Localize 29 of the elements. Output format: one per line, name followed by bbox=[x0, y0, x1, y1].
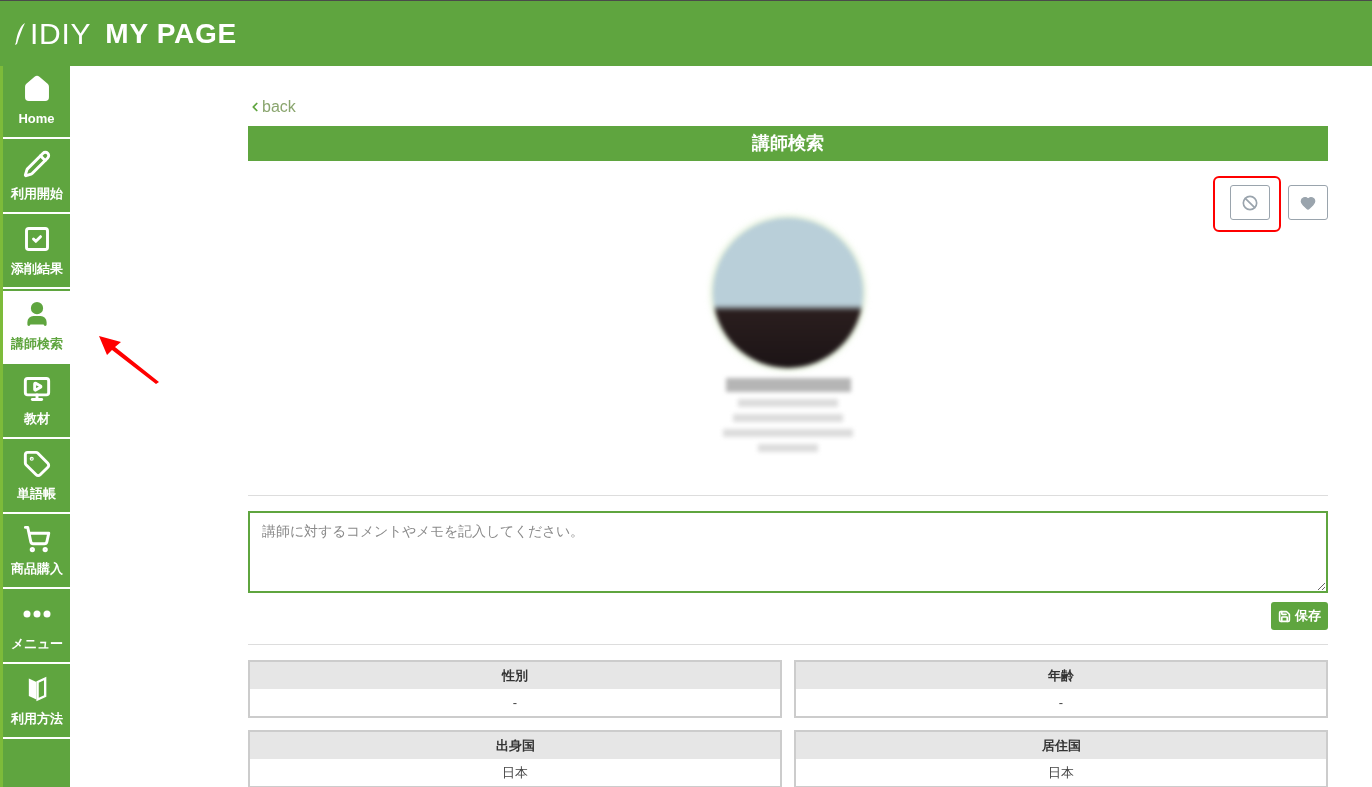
checkbox-icon bbox=[22, 224, 51, 253]
heart-icon bbox=[1300, 194, 1316, 211]
info-label: 居住国 bbox=[796, 732, 1326, 759]
dots-icon bbox=[22, 609, 51, 618]
save-button[interactable]: 保存 bbox=[1271, 602, 1328, 630]
info-label: 出身国 bbox=[250, 732, 780, 759]
memo-field[interactable]: 講師に対するコメントやメモを記入してください。 bbox=[248, 511, 1328, 593]
block-icon bbox=[1242, 194, 1258, 211]
house-icon bbox=[22, 74, 51, 103]
block-button[interactable] bbox=[1230, 185, 1270, 220]
info-value: - bbox=[511, 693, 519, 712]
info-value: - bbox=[1057, 693, 1065, 712]
info-label: 性別 bbox=[250, 662, 780, 689]
favorite-button[interactable] bbox=[1288, 185, 1328, 220]
page-title-bar: 講師検索 bbox=[248, 126, 1328, 161]
logo-text: IDIY bbox=[30, 16, 92, 52]
info-label: 年齢 bbox=[796, 662, 1326, 689]
header-title: MY PAGE bbox=[105, 16, 237, 51]
cart-icon bbox=[22, 524, 51, 553]
tag-icon bbox=[22, 449, 51, 478]
highlight-frame bbox=[1213, 176, 1281, 232]
info-value: 日本 bbox=[1047, 763, 1075, 782]
back-link[interactable]: back bbox=[248, 98, 296, 116]
feather-pen-icon bbox=[14, 20, 26, 47]
arrow-annotation bbox=[99, 336, 161, 384]
info-value: 日本 bbox=[501, 763, 529, 782]
sidebar-item[interactable]: 講師検索 bbox=[3, 291, 70, 364]
monitor-icon bbox=[22, 374, 51, 403]
pencil-icon bbox=[22, 149, 51, 178]
